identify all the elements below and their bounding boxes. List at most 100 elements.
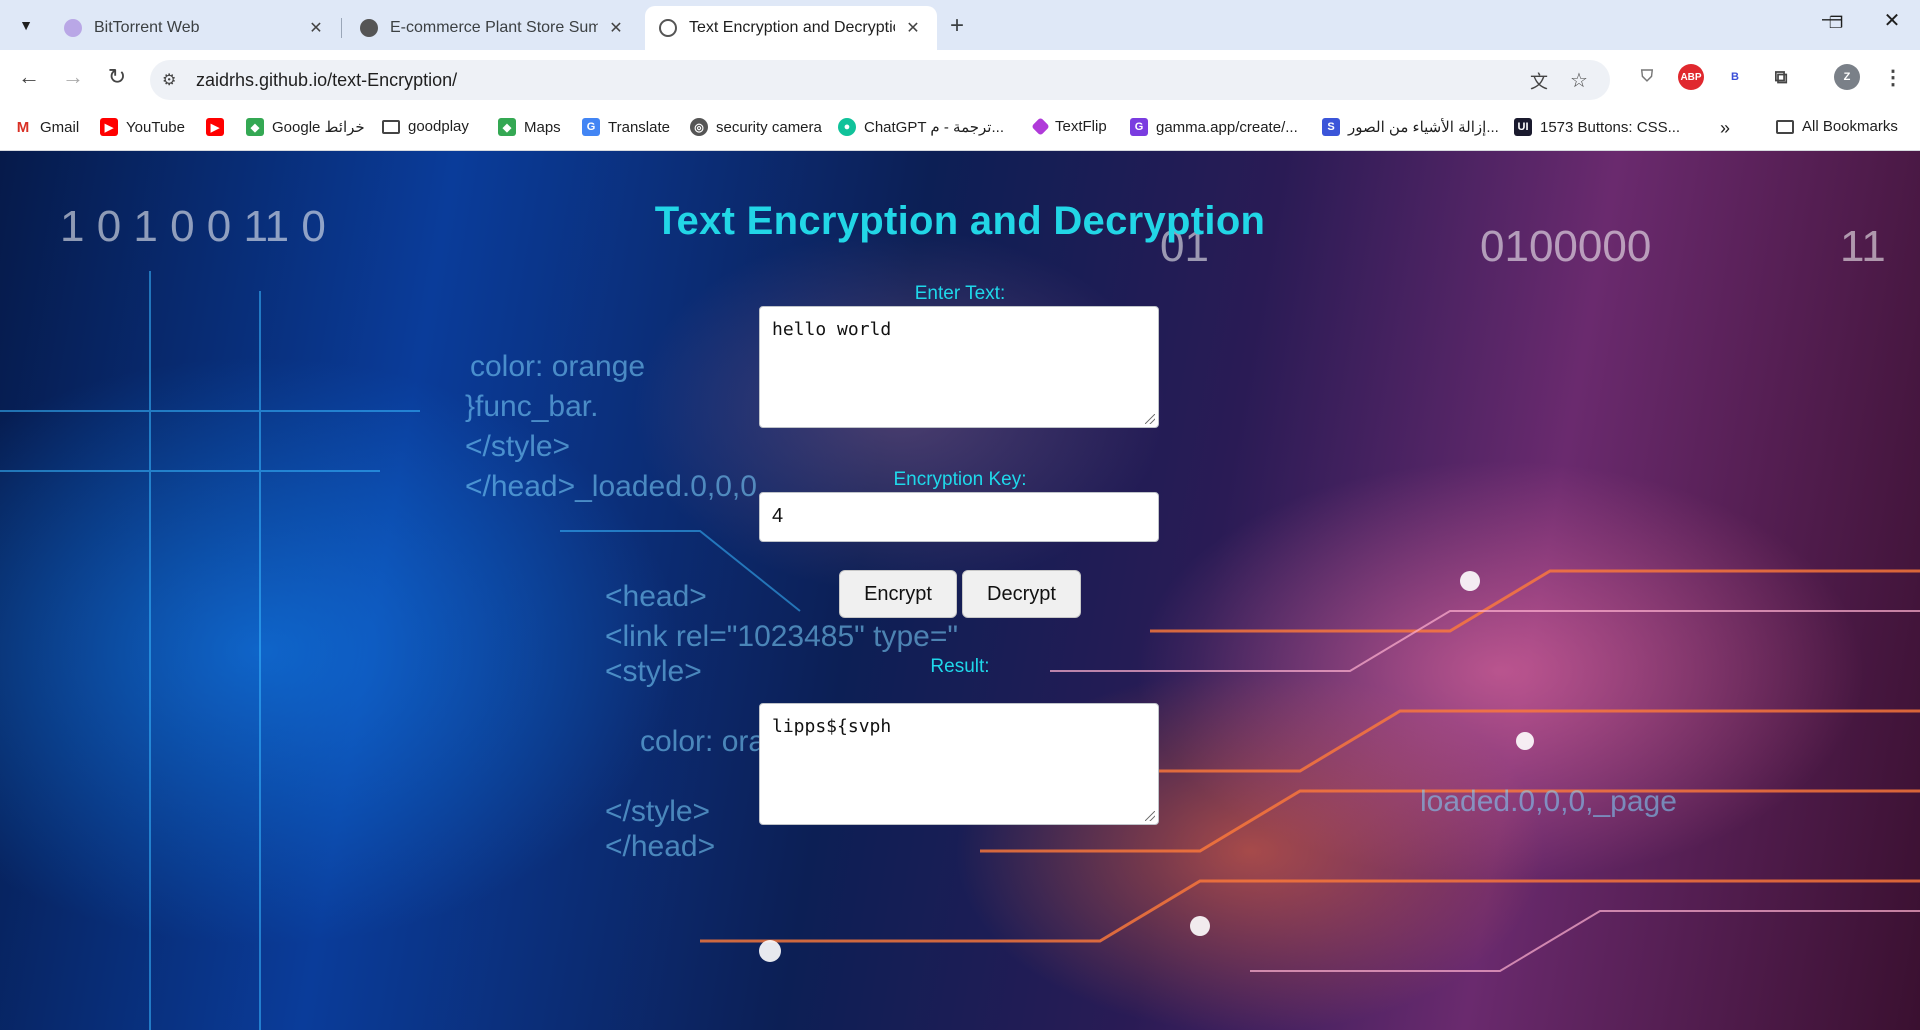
tab-title: Text Encryption and Decryption <box>689 19 895 36</box>
bookmark-youtube[interactable]: ▶ YouTube <box>100 118 185 136</box>
svg-text:color: orange: color: orange <box>470 350 645 383</box>
bookmark-maps[interactable]: ◆ Maps <box>498 118 561 136</box>
address-bar[interactable]: ⚙ zaidrhs.github.io/text-Encryption/ 文 ☆ <box>150 60 1610 100</box>
svg-text:color: ora: color: ora <box>640 725 765 758</box>
site-settings-icon[interactable]: ⚙ <box>162 70 176 90</box>
extension-b-label: B <box>1731 71 1739 83</box>
avatar-initial: Z <box>1843 71 1851 83</box>
extension-b-icon[interactable]: B <box>1722 64 1748 90</box>
decrypt-button[interactable]: Decrypt <box>962 570 1081 618</box>
puzzle-icon[interactable]: ⧉ <box>1768 64 1794 90</box>
reload-icon[interactable]: ↻ <box>102 64 132 90</box>
bookmark-label: Translate <box>608 118 670 136</box>
close-window-button[interactable]: ✕ <box>1872 8 1912 33</box>
resize-handle-icon[interactable] <box>1145 414 1155 424</box>
bookmark-label: TextFlip <box>1055 118 1107 135</box>
adblock-icon[interactable]: ABP <box>1678 64 1704 90</box>
bookmark-label: security camera <box>716 118 822 136</box>
close-icon[interactable]: ✕ <box>903 18 923 38</box>
bookmark-label: YouTube <box>126 118 185 136</box>
remove-objects-icon: S <box>1322 118 1340 136</box>
bookmark-label: Maps <box>524 118 561 136</box>
back-arrow-icon[interactable]: ← <box>14 64 44 90</box>
bookmark-textflip[interactable]: TextFlip <box>1031 117 1107 136</box>
tab-separator <box>341 18 342 38</box>
tab-title: BitTorrent Web <box>94 19 200 36</box>
chatgpt-icon <box>360 19 378 37</box>
bookmark-chatgpt[interactable]: ● ChatGPT ترجمة - م... <box>838 118 1004 136</box>
bittorrent-icon <box>64 19 82 37</box>
encryption-key-input[interactable]: 4 <box>759 492 1159 542</box>
all-bookmarks[interactable]: All Bookmarks <box>1776 118 1898 135</box>
svg-text:</style>: </style> <box>605 795 710 828</box>
bookmark-youtube-2[interactable]: ▶ <box>206 118 232 136</box>
bookmark-label: goodplay <box>408 118 469 135</box>
resize-handle-icon[interactable] <box>1145 811 1155 821</box>
bookmark-label: Google خرائط <box>272 119 365 136</box>
tab-text-encryption[interactable]: Text Encryption and Decryption ✕ <box>645 6 937 50</box>
chat-icon: ● <box>838 118 856 136</box>
bookmark-label: ChatGPT ترجمة - م... <box>864 119 1004 136</box>
svg-text:</style>: </style> <box>465 430 570 463</box>
bookmark-buttons-css[interactable]: UI 1573 Buttons: CSS... <box>1514 118 1680 136</box>
forward-arrow-icon[interactable]: → <box>58 64 88 90</box>
svg-text:loaded.0,0,0,_page: loaded.0,0,0,_page <box>1420 785 1677 818</box>
bookmark-label: Gmail <box>40 118 80 136</box>
input-text-value: hello world <box>772 319 892 340</box>
more-bookmarks-icon[interactable]: » <box>1720 118 1730 139</box>
svg-text:<link rel="1023485" type=": <link rel="1023485" type=" <box>605 620 958 653</box>
close-icon[interactable]: ✕ <box>606 18 626 38</box>
bookmark-goodplay[interactable]: goodplay <box>382 118 469 135</box>
svg-text:}func_bar.: }func_bar. <box>465 390 598 423</box>
tab-search-button[interactable]: ▼ <box>10 10 42 40</box>
bookmarks-bar: M Gmail ▶ YouTube ▶ ◆ Google خرائط goodp… <box>0 108 1920 151</box>
bookmark-gmail[interactable]: M Gmail <box>14 118 79 136</box>
shield-icon[interactable]: ⛉ <box>1634 64 1660 90</box>
youtube-icon: ▶ <box>206 118 224 136</box>
translate-icon: G <box>582 118 600 136</box>
bookmark-translate[interactable]: G Translate <box>582 118 670 136</box>
page-content: color: orange }func_bar. </style> </head… <box>0 151 1920 1030</box>
tab-title: E-commerce Plant Store Summ <box>390 19 598 36</box>
svg-text:<head>: <head> <box>605 580 707 613</box>
menu-icon[interactable]: ⋮ <box>1880 64 1906 90</box>
bookmark-label: إزالة الأشياء من الصور... <box>1348 119 1499 136</box>
bookmark-label: 1573 Buttons: CSS... <box>1540 118 1681 136</box>
bookmark-label: gamma.app/create/... <box>1156 118 1298 136</box>
encrypt-button[interactable]: Encrypt <box>839 570 957 618</box>
uiverse-icon: UI <box>1514 118 1532 136</box>
globe-icon: ◎ <box>690 118 708 136</box>
maps-icon: ◆ <box>246 118 264 136</box>
tab-ecommerce[interactable]: E-commerce Plant Store Summ ✕ <box>346 6 640 50</box>
tab-bittorrent[interactable]: BitTorrent Web ✕ <box>50 6 340 50</box>
gamma-icon: G <box>1130 118 1148 136</box>
input-textarea[interactable]: hello world <box>759 306 1159 428</box>
folder-icon <box>1776 119 1794 134</box>
result-textarea[interactable]: lipps${svph <box>759 703 1159 825</box>
tab-strip: ▼ BitTorrent Web ✕ E-commerce Plant Stor… <box>0 0 1920 50</box>
close-icon[interactable]: ✕ <box>306 18 326 38</box>
star-icon[interactable]: ☆ <box>1570 68 1588 93</box>
bookmark-google-maps[interactable]: ◆ Google خرائط <box>246 118 365 136</box>
gmail-icon: M <box>16 118 30 136</box>
globe-icon <box>659 19 677 37</box>
url-text: zaidrhs.github.io/text-Encryption/ <box>196 70 458 90</box>
encryption-key-label: Encryption Key: <box>893 469 1027 490</box>
all-bookmarks-label: All Bookmarks <box>1802 118 1898 135</box>
result-text-value: lipps${svph <box>772 716 892 737</box>
youtube-icon: ▶ <box>100 118 118 136</box>
avatar[interactable]: Z <box>1834 64 1860 90</box>
enter-text-label: Enter Text: <box>914 283 1006 304</box>
maps-icon: ◆ <box>498 118 516 136</box>
restore-icon[interactable]: ❐ <box>1816 13 1856 33</box>
bookmark-remove-objects[interactable]: S إزالة الأشياء من الصور... <box>1322 118 1499 136</box>
browser-toolbar: ← → ↻ ⚙ zaidrhs.github.io/text-Encryptio… <box>0 50 1920 108</box>
new-tab-button[interactable]: + <box>950 12 964 40</box>
bookmark-security-camera[interactable]: ◎ security camera <box>690 118 822 136</box>
adblock-label: ABP <box>1680 71 1702 83</box>
bookmark-gamma[interactable]: G gamma.app/create/... <box>1130 118 1298 136</box>
folder-icon <box>382 119 400 134</box>
textflip-icon <box>1031 117 1050 136</box>
translate-icon[interactable]: 文 <box>1530 68 1548 94</box>
result-label: Result: <box>930 656 990 677</box>
